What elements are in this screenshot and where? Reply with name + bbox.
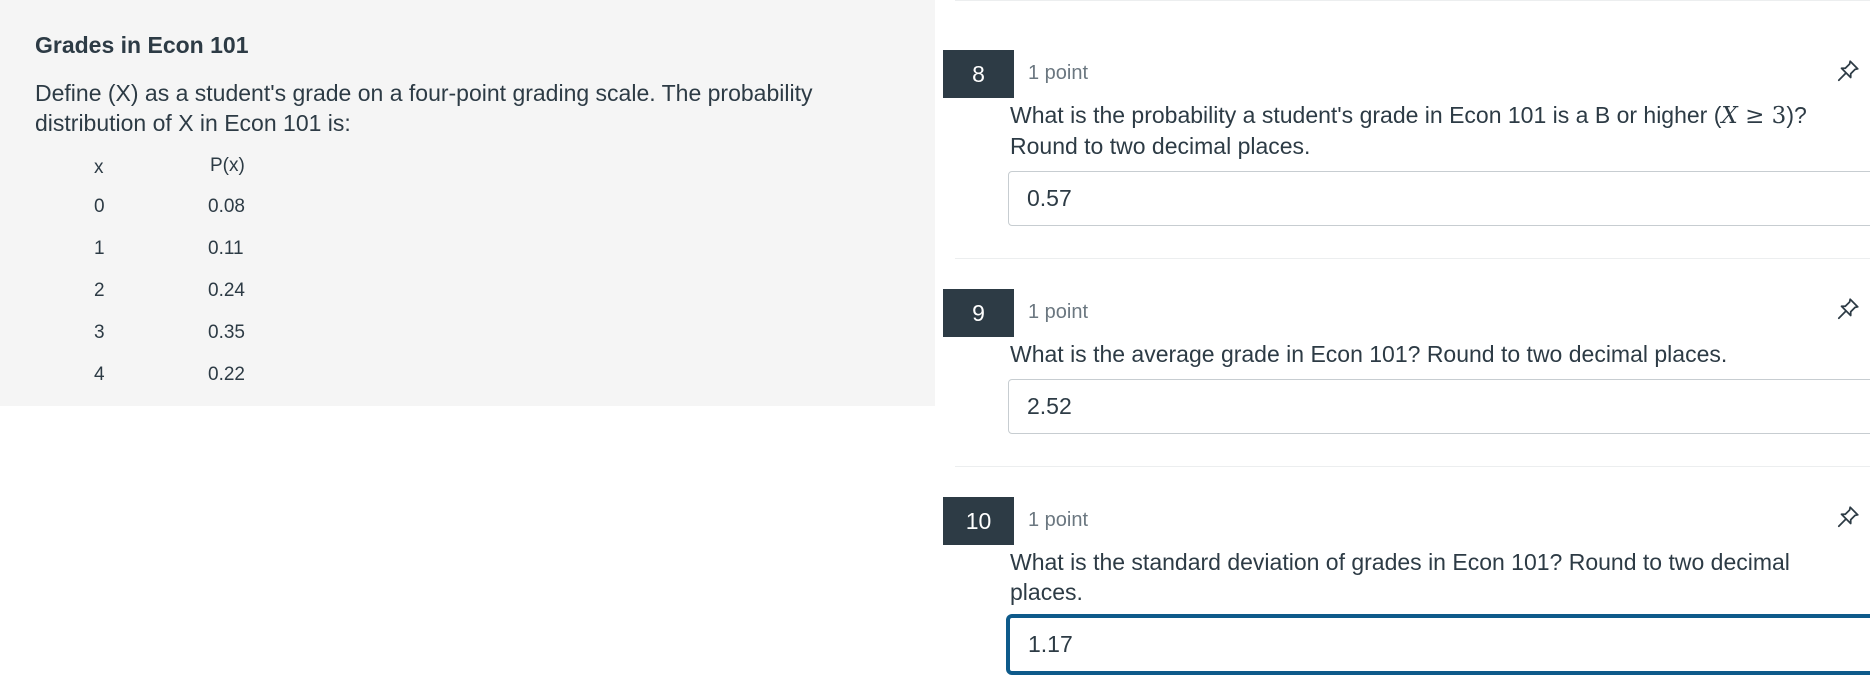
question-number-badge: 9 [943,289,1014,337]
question-points: 1 point [1028,301,1089,323]
question-text-part: What is the probability a student's grad… [1010,102,1722,128]
table-cell-x: 0 [94,196,105,217]
answer-input[interactable] [1008,379,1870,434]
table-cell-px: 0.11 [208,238,244,259]
pin-icon[interactable] [1835,504,1861,530]
math-variable: X [1721,103,1738,129]
stimulus-description: Define (X) as a student's grade on a fou… [35,80,813,136]
math-inequality: X ≥ 3 [1721,103,1786,129]
table-cell-px: 0.24 [208,280,245,301]
table-header-px: P(x) [210,155,245,176]
table-cell-px: 0.22 [208,364,245,385]
question-divider [955,258,1870,259]
question-number-badge: 10 [943,497,1014,545]
question-text: What is the probability a student's grad… [1010,100,1850,161]
table-cell-px: 0.35 [208,322,245,343]
math-relation: ≥ 3 [1737,103,1787,129]
question-number-badge: 8 [943,50,1014,98]
stimulus-title: Grades in Econ 101 [35,32,249,58]
table-cell-x: 3 [94,322,105,343]
question-divider [955,466,1870,467]
table-cell-x: 1 [94,238,105,259]
question-text: What is the standard deviation of grades… [1010,549,1790,605]
stimulus-panel: Grades in Econ 101 Define (X) as a stude… [0,0,935,406]
question-text: What is the average grade in Econ 101? R… [1010,341,1728,367]
question-points: 1 point [1028,62,1089,84]
question-points: 1 point [1028,509,1089,531]
table-header-x: x [94,157,104,178]
pin-icon[interactable] [1835,58,1861,84]
table-cell-x: 4 [94,364,105,385]
pin-icon[interactable] [1835,296,1861,322]
table-cell-px: 0.08 [208,196,245,217]
answer-input[interactable] [1008,171,1870,226]
question-divider [955,0,1870,1]
answer-input[interactable] [1008,616,1870,673]
table-cell-x: 2 [94,280,105,301]
